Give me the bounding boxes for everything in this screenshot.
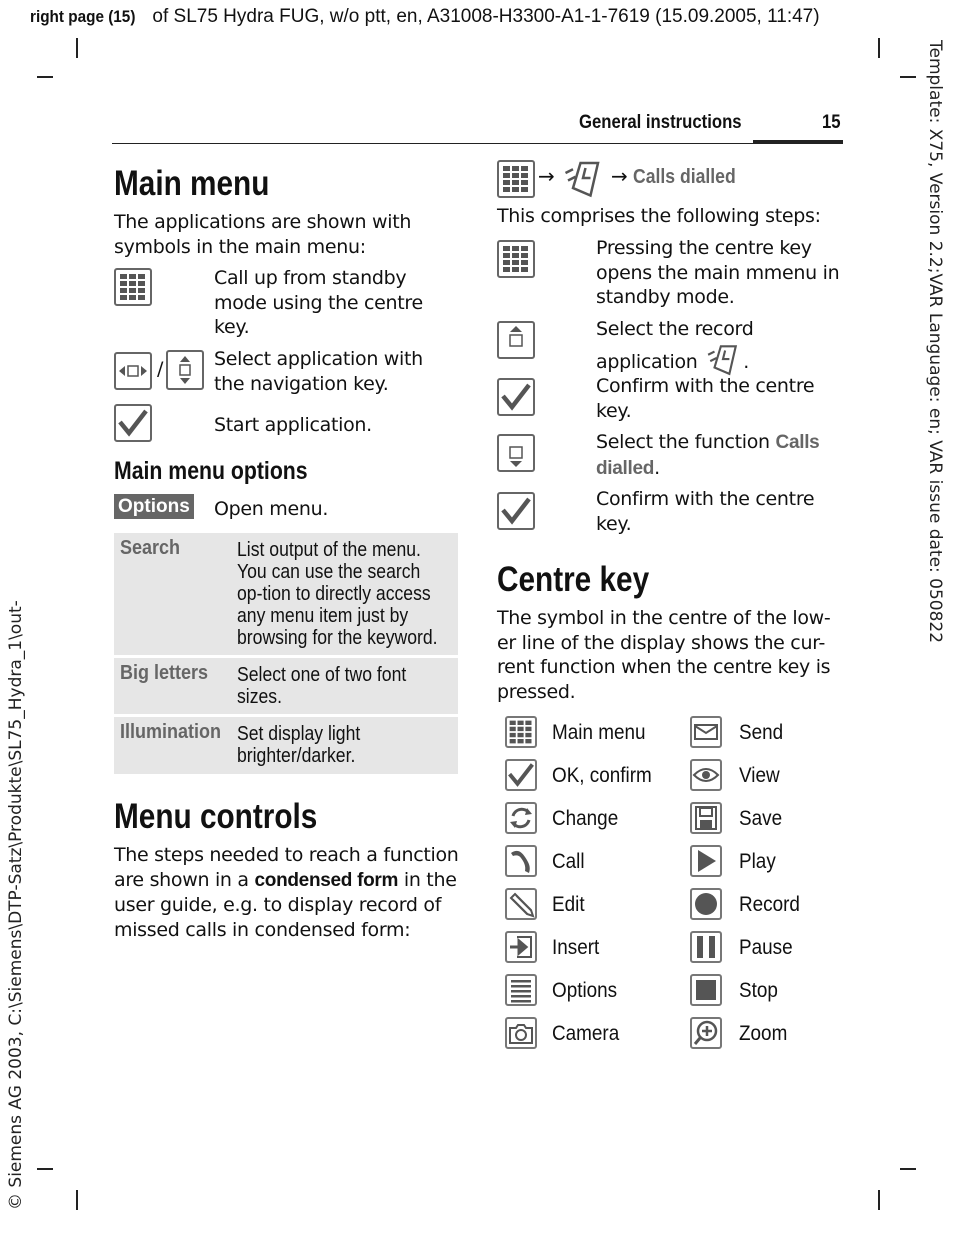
crop-mark bbox=[76, 1190, 78, 1210]
stop-icon bbox=[690, 974, 722, 1006]
header-rule bbox=[112, 143, 843, 144]
print-header-bold: right page (15) bbox=[30, 7, 136, 26]
option-key: Search bbox=[120, 537, 181, 559]
main-menu-intro: The applications are shown with symbols … bbox=[114, 211, 412, 258]
text: . bbox=[654, 456, 660, 479]
camera-icon bbox=[505, 1017, 537, 1049]
menu-controls-title: Menu controls bbox=[114, 797, 318, 836]
menu-controls-text: The steps needed to reach a function are… bbox=[114, 843, 459, 942]
options-icon bbox=[505, 974, 537, 1006]
check-icon bbox=[505, 759, 537, 791]
step-text: Confirm with the centre key. bbox=[596, 375, 815, 422]
target-function: Calls dialled bbox=[633, 166, 736, 188]
header-rule-thick bbox=[753, 140, 843, 144]
symbol-label: Record bbox=[739, 893, 800, 916]
bold-text: condensed form bbox=[254, 869, 399, 891]
option-row[interactable]: Illumination Set display light brighter/d… bbox=[114, 717, 458, 774]
print-header-rest: of SL75 Hydra FUG, w/o ptt, en, A31008-H… bbox=[147, 6, 820, 27]
step-text: Select application with the navigation k… bbox=[214, 348, 423, 395]
option-value: Set display light brighter/darker. bbox=[237, 723, 361, 767]
symbol-label: Main menu bbox=[552, 721, 646, 744]
step-text: Select the record application . bbox=[596, 317, 846, 376]
call-records-icon bbox=[707, 344, 738, 375]
check-icon bbox=[497, 492, 535, 530]
side-text-right: Template: X75, Version 2.2;VAR Language:… bbox=[925, 40, 945, 644]
main-menu-icon bbox=[497, 240, 535, 278]
option-key: Big letters bbox=[120, 662, 209, 684]
pause-icon bbox=[690, 931, 722, 963]
symbol-label: Stop bbox=[739, 979, 778, 1002]
separator: / bbox=[157, 358, 164, 380]
symbol-label: Send bbox=[739, 721, 784, 744]
symbol-label: Call bbox=[552, 850, 585, 873]
option-row[interactable]: Big letters Select one of two font sizes. bbox=[114, 658, 458, 714]
check-icon bbox=[497, 378, 535, 416]
symbol-label: Save bbox=[739, 807, 783, 830]
edit-icon bbox=[505, 888, 537, 920]
main-menu-icon bbox=[497, 160, 535, 198]
main-menu-icon bbox=[505, 716, 537, 748]
symbol-label: Play bbox=[739, 850, 776, 873]
save-icon bbox=[690, 802, 722, 834]
crop-mark bbox=[37, 1168, 53, 1170]
step-text: Select the function Calls dialled. bbox=[596, 430, 846, 481]
options-softkey[interactable]: Options bbox=[114, 494, 194, 519]
centre-key-title: Centre key bbox=[497, 560, 650, 599]
crop-mark bbox=[900, 1168, 916, 1170]
call-records-icon bbox=[564, 161, 600, 197]
text: Select the function bbox=[596, 431, 776, 453]
nav-left-right-icon bbox=[114, 352, 152, 390]
record-icon bbox=[690, 888, 722, 920]
centre-key-intro: The symbol in the centre of the low-er l… bbox=[497, 607, 831, 703]
view-icon bbox=[690, 759, 722, 791]
option-value: List output of the menu. You can use the… bbox=[237, 539, 438, 649]
symbol-label: Zoom bbox=[739, 1022, 788, 1045]
main-menu-icon bbox=[114, 268, 152, 306]
option-key: Illumination bbox=[120, 721, 221, 743]
section-title: General instructions bbox=[579, 112, 742, 133]
symbol-label: Options bbox=[552, 979, 618, 1002]
text: . bbox=[743, 350, 750, 373]
crop-mark bbox=[878, 1190, 880, 1210]
call-icon bbox=[505, 845, 537, 877]
main-menu-options-title: Main menu options bbox=[114, 457, 308, 485]
step-text: Confirm with the centre key. bbox=[596, 488, 815, 535]
print-header: right page (15) of SL75 Hydra FUG, w/o p… bbox=[30, 6, 820, 28]
option-value: Select one of two font sizes. bbox=[237, 664, 407, 708]
crop-mark bbox=[878, 38, 880, 58]
softkey-text: Open menu. bbox=[214, 498, 329, 520]
insert-icon bbox=[505, 931, 537, 963]
nav-down-icon bbox=[497, 434, 535, 472]
symbol-label: Edit bbox=[552, 893, 585, 916]
page-number: 15 bbox=[822, 112, 841, 133]
symbol-label: Pause bbox=[739, 936, 793, 959]
symbol-label: Change bbox=[552, 807, 619, 830]
step-text: Call up from standby mode using the cent… bbox=[214, 267, 423, 338]
nav-up-icon bbox=[497, 321, 535, 359]
zoom-icon bbox=[690, 1017, 722, 1049]
step-text: Pressing the centre key opens the main m… bbox=[596, 237, 840, 308]
play-icon bbox=[690, 845, 722, 877]
crop-mark bbox=[900, 76, 916, 78]
check-icon bbox=[114, 404, 152, 442]
symbol-label: Insert bbox=[552, 936, 600, 959]
arrow: → bbox=[538, 164, 555, 188]
change-icon bbox=[505, 802, 537, 834]
main-menu-title: Main menu bbox=[114, 164, 270, 203]
side-text-left: © Siemens AG 2003, C:\Siemens\DTP-Satz\P… bbox=[6, 600, 26, 1210]
condensed-intro: This comprises the following steps: bbox=[497, 205, 821, 227]
send-icon bbox=[690, 716, 722, 748]
symbol-label: Camera bbox=[552, 1022, 620, 1045]
arrow: → bbox=[611, 164, 628, 188]
crop-mark bbox=[76, 38, 78, 58]
nav-up-down-icon bbox=[166, 350, 204, 390]
symbol-label: OK, confirm bbox=[552, 764, 652, 787]
step-text: Start application. bbox=[214, 414, 372, 436]
option-row[interactable]: Search List output of the menu. You can u… bbox=[114, 533, 458, 655]
crop-mark bbox=[37, 76, 53, 78]
symbol-label: View bbox=[739, 764, 780, 787]
